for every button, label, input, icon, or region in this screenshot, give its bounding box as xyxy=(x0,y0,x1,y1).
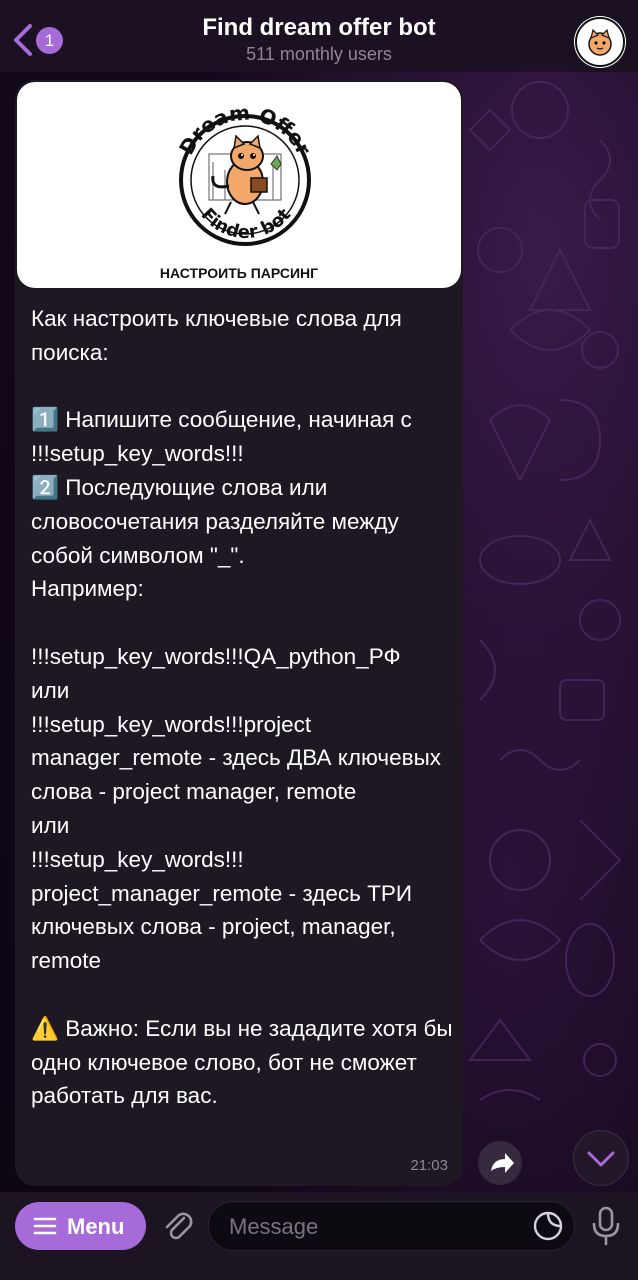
chat-header: 1 Find dream offer bot 511 monthly users xyxy=(0,0,638,72)
image-caption: НАСТРОИТЬ ПАРСИНГ xyxy=(159,265,319,281)
microphone-button[interactable] xyxy=(588,1204,624,1248)
microphone-icon xyxy=(592,1206,620,1246)
hamburger-icon xyxy=(33,1217,57,1235)
message-placeholder: Message xyxy=(229,1214,319,1239)
message-input[interactable]: Message xyxy=(208,1201,575,1251)
unread-badge: 1 xyxy=(36,27,63,54)
share-button[interactable] xyxy=(478,1141,522,1185)
sticker-icon[interactable] xyxy=(531,1209,565,1243)
paperclip-icon xyxy=(165,1212,193,1240)
menu-label: Menu xyxy=(67,1214,125,1239)
attach-button[interactable] xyxy=(158,1206,198,1246)
dream-offer-logo: Dream Offer Finder bot xyxy=(174,100,316,246)
chevron-left-icon xyxy=(14,24,32,56)
chevron-down-icon xyxy=(587,1151,615,1167)
scroll-down-button[interactable] xyxy=(573,1130,629,1186)
chat-subtitle: 511 monthly users xyxy=(246,44,392,64)
share-arrow-icon xyxy=(491,1153,514,1173)
message-text: Как настроить ключевые слова для поиска:… xyxy=(31,306,453,1109)
message-image[interactable]: Dream Offer Finder bot НАСТРОИТЬ ПАРСИНГ xyxy=(17,82,461,288)
message-time: 21:03 xyxy=(410,1157,448,1174)
bot-avatar[interactable] xyxy=(574,16,626,68)
menu-button[interactable]: Menu xyxy=(15,1202,146,1250)
chat-title[interactable]: Find dream offer bot xyxy=(120,14,518,42)
input-bar: Menu Message xyxy=(0,1192,638,1280)
message-bubble[interactable]: Dream Offer Finder bot НАСТРОИТЬ ПАРСИНГ… xyxy=(15,80,463,1186)
bot-logo-icon xyxy=(575,17,625,67)
